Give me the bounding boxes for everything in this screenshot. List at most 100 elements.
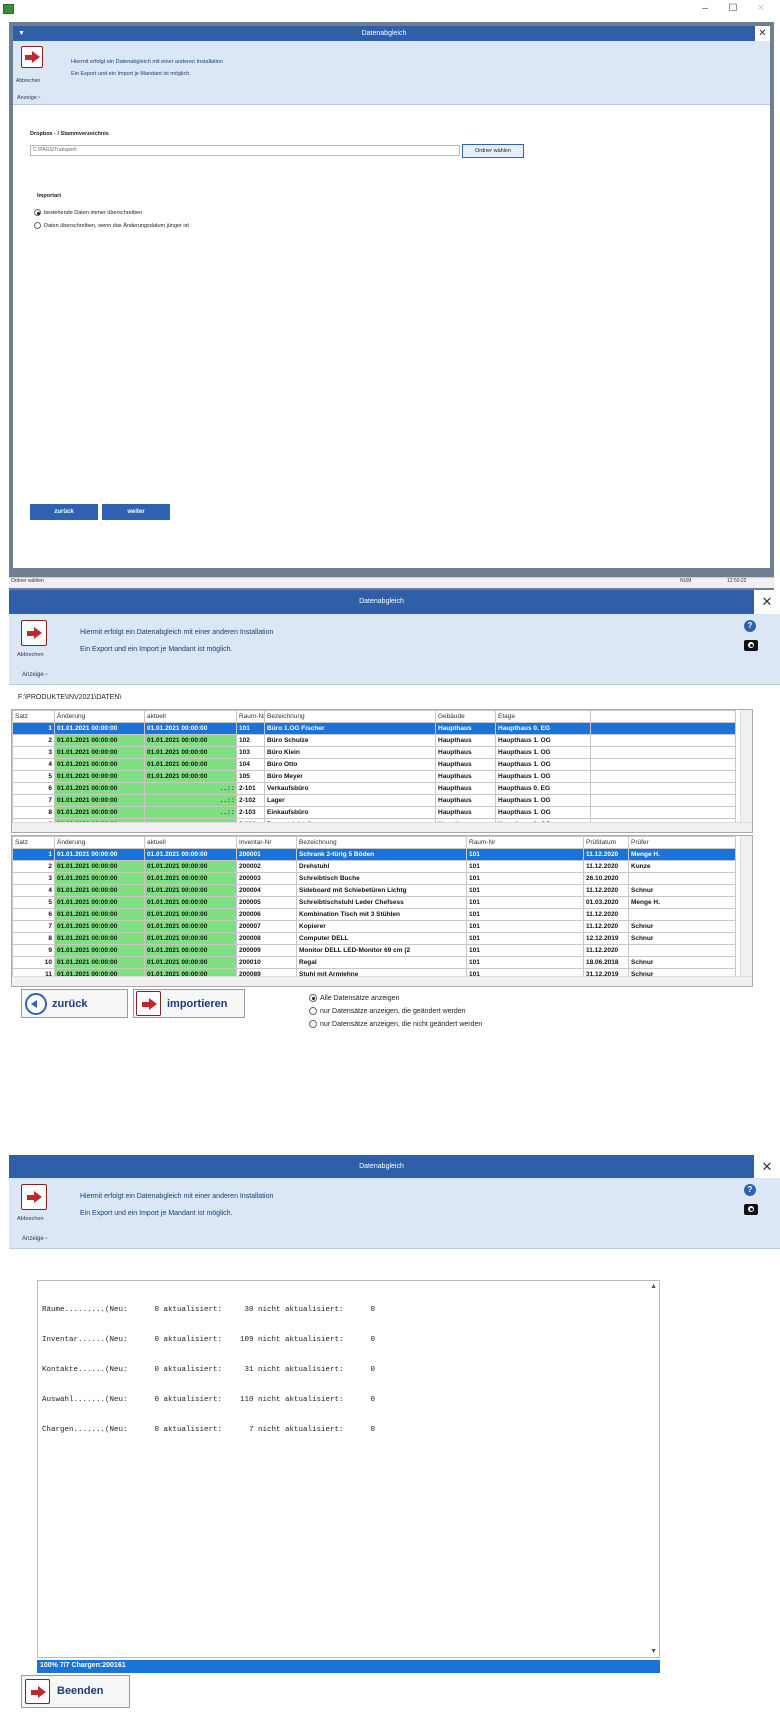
column-header[interactable]: aktuell xyxy=(144,836,237,849)
table-cell: 01.01.2021 00:00:00 xyxy=(144,884,237,897)
table-row[interactable]: 3 01.01.2021 00:00:00 01.01.2021 00:00:00 2… xyxy=(12,872,736,885)
table-cell: 01.01.2021 00:00:00 xyxy=(54,932,145,945)
rooms-vertical-scrollbar[interactable] xyxy=(740,710,752,822)
import-button[interactable]: importieren xyxy=(133,989,245,1018)
scroll-down-icon[interactable]: ▼ xyxy=(650,1648,657,1655)
browse-folder-button[interactable]: Ordner wählen xyxy=(462,144,524,158)
filter-unchanged-radio[interactable]: nur Datensätze anzeigen, die nicht geänd… xyxy=(309,1020,482,1028)
filter-all-icon xyxy=(309,994,317,1002)
maximize-button[interactable]: ☐ xyxy=(718,3,748,14)
column-header[interactable]: Prüfer xyxy=(628,836,736,849)
inventory-horizontal-scrollbar[interactable] xyxy=(12,976,752,986)
exit-arrow-icon xyxy=(25,51,40,64)
table-cell: 200004 xyxy=(236,884,297,897)
back-button[interactable]: zurück xyxy=(21,989,128,1018)
ribbon-info-line1: Hiermit erfolgt ein Datenabgleich mit ei… xyxy=(80,629,274,636)
column-header[interactable]: Änderung xyxy=(54,710,145,723)
table-row[interactable]: 6 01.01.2021 00:00:00 01.01.2021 00:00:00 2… xyxy=(12,908,736,921)
table-cell: 01.01.2021 00:00:00 xyxy=(144,896,237,909)
anzeige-tab[interactable]: Anzeige ▫ xyxy=(22,672,47,678)
table-row[interactable]: 1 01.01.2021 00:00:00 01.01.2021 00:00:00 1… xyxy=(12,722,736,735)
table-row[interactable]: 2 01.01.2021 00:00:00 01.01.2021 00:00:00 1… xyxy=(12,734,736,747)
inventory-vertical-scrollbar[interactable] xyxy=(740,836,752,976)
table-cell: Schreibtischstuhl Leder Chefsess xyxy=(296,896,467,909)
folder-path-input[interactable]: C:\PAGS\Transport\ xyxy=(30,145,460,156)
table-cell: 2 xyxy=(12,860,55,873)
table-header: Satz Änderung aktuell Inventar-Nr Bezeic… xyxy=(12,836,736,849)
table-row[interactable]: 8 01.01.2021 00:00:00 01.01.2021 00:00:00 2… xyxy=(12,932,736,945)
table-row[interactable]: 3 01.01.2021 00:00:00 01.01.2021 00:00:00 1… xyxy=(12,746,736,759)
next-button[interactable]: weiter xyxy=(102,504,170,520)
column-header[interactable]: aktuell xyxy=(144,710,237,723)
import-arrow-icon xyxy=(136,991,161,1016)
cancel-label: Abbrechen xyxy=(17,652,44,658)
close-icon[interactable]: ✕ xyxy=(754,590,780,614)
close-icon[interactable]: ✕ xyxy=(754,1155,780,1178)
table-row[interactable]: 9 01.01.2021 00:00:00 01.01.2021 00:00:00 2… xyxy=(12,944,736,957)
radio-overwrite-if-newer[interactable]: Daten überschreiben, wenn das Änderungsd… xyxy=(34,222,189,229)
anzeige-tab[interactable]: Anzeige ▫ xyxy=(22,1236,47,1242)
cancel-button[interactable] xyxy=(21,46,43,68)
table-cell: 104 xyxy=(236,758,265,771)
column-header[interactable]: Änderung xyxy=(54,836,145,849)
camera-icon[interactable] xyxy=(744,1204,758,1215)
column-header[interactable]: Raum-Nr xyxy=(466,836,584,849)
column-header[interactable]: Bezeichnung xyxy=(264,710,436,723)
table-row[interactable]: 4 01.01.2021 00:00:00 01.01.2021 00:00:00 2… xyxy=(12,884,736,897)
radio-overwrite-always[interactable]: bestehende Daten immer überschreiben xyxy=(34,209,142,216)
column-header[interactable]: Raum-Nr xyxy=(236,710,265,723)
close-icon[interactable]: ✕ xyxy=(755,26,770,41)
filter-all-radio[interactable]: Alle Datensätze anzeigen xyxy=(309,994,399,1002)
column-header[interactable]: Bezeichnung xyxy=(296,836,467,849)
table-cell: Haupthaus xyxy=(435,746,496,759)
table-cell: 01.01.2021 00:00:00 xyxy=(54,896,145,909)
minimize-button[interactable]: – xyxy=(690,3,720,14)
table-cell: Kombination Tisch mit 3 Stühlen xyxy=(296,908,467,921)
table-cell: 200001 xyxy=(236,848,297,861)
column-header[interactable]: Satz xyxy=(12,710,55,723)
log-line: Auswahl.......(Neu: 0 aktualisiert: 110 … xyxy=(42,1396,376,1404)
table-row[interactable]: 5 01.01.2021 00:00:00 01.01.2021 00:00:00 1… xyxy=(12,770,736,783)
table-row[interactable]: 5 01.01.2021 00:00:00 01.01.2021 00:00:00 2… xyxy=(12,896,736,909)
table-cell: Haupthaus 1. OG xyxy=(495,734,591,747)
table-cell: . . : : xyxy=(144,794,237,807)
anzeige-tab[interactable]: Anzeige ▫ xyxy=(17,95,40,101)
cancel-button[interactable] xyxy=(21,620,47,646)
help-icon[interactable]: ? xyxy=(744,1184,756,1196)
titlebar-menu-icon[interactable]: ▼ xyxy=(18,26,25,41)
finish-button[interactable]: Beenden xyxy=(21,1675,130,1708)
table-cell: Haupthaus 1. OG xyxy=(495,770,591,783)
dialog-titlebar: Datenabgleich xyxy=(9,1155,754,1178)
table-row[interactable]: 7 01.01.2021 00:00:00. . : :2-102 Lager Hau… xyxy=(12,794,736,807)
column-header[interactable]: Prüfdatum xyxy=(583,836,629,849)
back-button[interactable]: zurück xyxy=(30,504,98,520)
cancel-label: Abbrechen xyxy=(16,78,41,84)
table-row[interactable]: 1 01.01.2021 00:00:00 01.01.2021 00:00:00 2… xyxy=(12,848,736,861)
table-cell: 2-103 xyxy=(236,806,265,819)
column-header[interactable]: Inventar-Nr xyxy=(236,836,297,849)
table-cell: 5 xyxy=(12,770,55,783)
table-row[interactable]: 1001.01.2021 00:00:0001.01.2021 00:00:00… xyxy=(12,956,736,969)
table-cell: 101 xyxy=(466,920,584,933)
scroll-up-icon[interactable]: ▲ xyxy=(650,1283,657,1290)
column-header[interactable]: Gebäude xyxy=(435,710,496,723)
table-cell: 101 xyxy=(466,956,584,969)
filter-changed-radio[interactable]: nur Datensätze anzeigen, die geändert we… xyxy=(309,1007,466,1015)
table-cell: Haupthaus 1. OG xyxy=(495,806,591,819)
result-log-box[interactable]: Räume.........(Neu: 0 aktualisiert: 30 n… xyxy=(37,1280,660,1658)
table-cell: 200006 xyxy=(236,908,297,921)
help-icon[interactable]: ? xyxy=(744,620,756,632)
column-header[interactable]: Etage xyxy=(495,710,591,723)
table-row[interactable]: 7 01.01.2021 00:00:00 01.01.2021 00:00:00 2… xyxy=(12,920,736,933)
close-window-button[interactable]: ✕ xyxy=(746,3,776,14)
table-row[interactable]: 2 01.01.2021 00:00:00 01.01.2021 00:00:00 2… xyxy=(12,860,736,873)
camera-icon[interactable] xyxy=(744,640,758,651)
column-header[interactable]: Satz xyxy=(12,836,55,849)
cancel-button[interactable] xyxy=(21,1184,47,1210)
table-row[interactable]: 4 01.01.2021 00:00:00 01.01.2021 00:00:00 1… xyxy=(12,758,736,771)
table-cell: Haupthaus xyxy=(435,782,496,795)
rooms-horizontal-scrollbar[interactable] xyxy=(12,822,752,832)
table-row[interactable]: 8 01.01.2021 00:00:00. . : :2-103 Einkaufs… xyxy=(12,806,736,819)
table-row[interactable]: 6 01.01.2021 00:00:00. . : :2-101 Verkaufs… xyxy=(12,782,736,795)
status-text: Ordner wählen xyxy=(11,578,44,584)
